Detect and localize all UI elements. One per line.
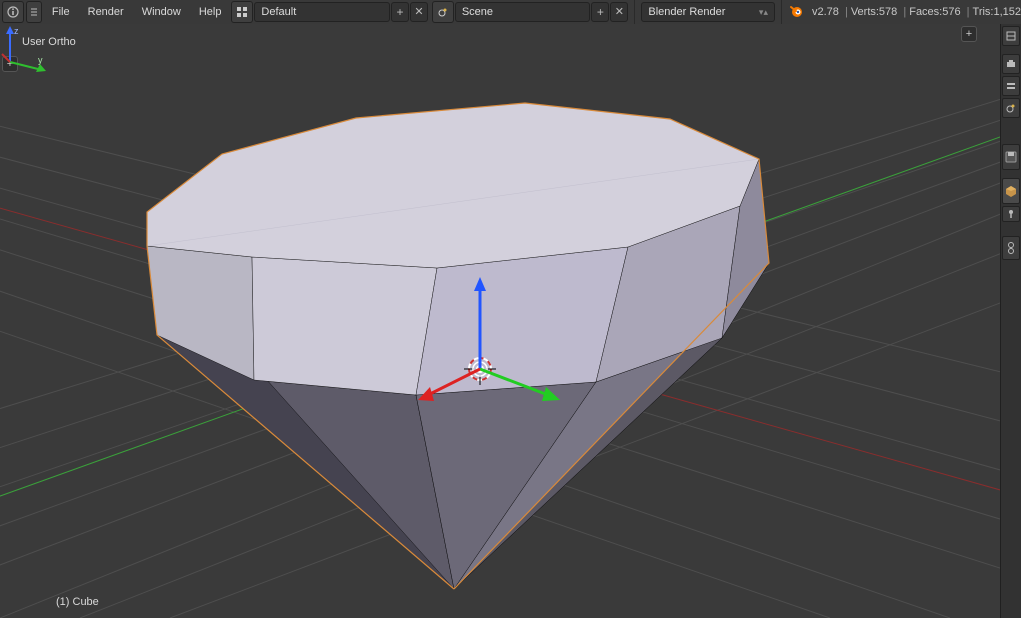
tab-scene-icon[interactable] [1002,98,1020,118]
menu-help[interactable]: Help [190,2,231,22]
info-editor-type-icon[interactable] [2,1,24,23]
scene-field[interactable]: Scene [455,2,591,22]
tab-object-icon[interactable] [1002,178,1020,204]
menu-window[interactable]: Window [133,2,190,22]
tris-text: Tris:1,152 [973,6,1021,18]
layout-browse-icon[interactable] [231,1,253,23]
tab-save-icon[interactable] [1002,144,1020,170]
menu-file[interactable]: File [43,2,79,22]
layout-field[interactable]: Default [254,2,390,22]
viewport-canvas [0,24,1001,618]
header-stats: v2.78 |Verts:578 |Faces:576 |Tris:1,152 [812,6,1021,18]
properties-tab-strip [1000,24,1021,618]
scene-field-text: Scene [462,3,493,21]
tab-pin-icon[interactable] [1002,206,1020,222]
layout-remove-button[interactable]: ✕ [410,2,428,22]
axis-orientation-widget: z y [0,24,48,72]
render-engine-text: Blender Render [648,3,725,21]
3d-viewport[interactable]: User Ortho (1) Cube + + z y [0,24,1001,618]
svg-text:y: y [38,55,43,65]
verts-text: Verts:578 [851,6,897,18]
top-menu-bar: File Render Window Help Default + ✕ Scen… [0,0,1021,24]
toolbar-expand-right[interactable]: + [961,26,977,42]
scene-browse-icon[interactable] [432,1,454,23]
editor-type-icon[interactable] [1002,26,1020,46]
tab-render-icon[interactable] [1002,54,1020,74]
render-engine-select[interactable]: Blender Render ▾▴ [641,2,775,22]
tab-constraints-icon[interactable] [1002,236,1020,260]
layout-add-button[interactable]: + [391,2,409,22]
faces-text: Faces:576 [909,6,960,18]
active-object-label: (1) Cube [56,596,99,608]
svg-text:z: z [14,26,19,36]
scene-add-button[interactable]: + [591,2,609,22]
layout-field-text: Default [261,3,296,21]
mesh-object [147,103,769,589]
tab-render-layers-icon[interactable] [1002,76,1020,96]
menu-render[interactable]: Render [79,2,133,22]
scene-remove-button[interactable]: ✕ [610,2,628,22]
version-text: v2.78 [812,6,839,18]
blender-logo-icon [788,3,804,22]
collapse-menu-icon[interactable] [26,1,42,23]
